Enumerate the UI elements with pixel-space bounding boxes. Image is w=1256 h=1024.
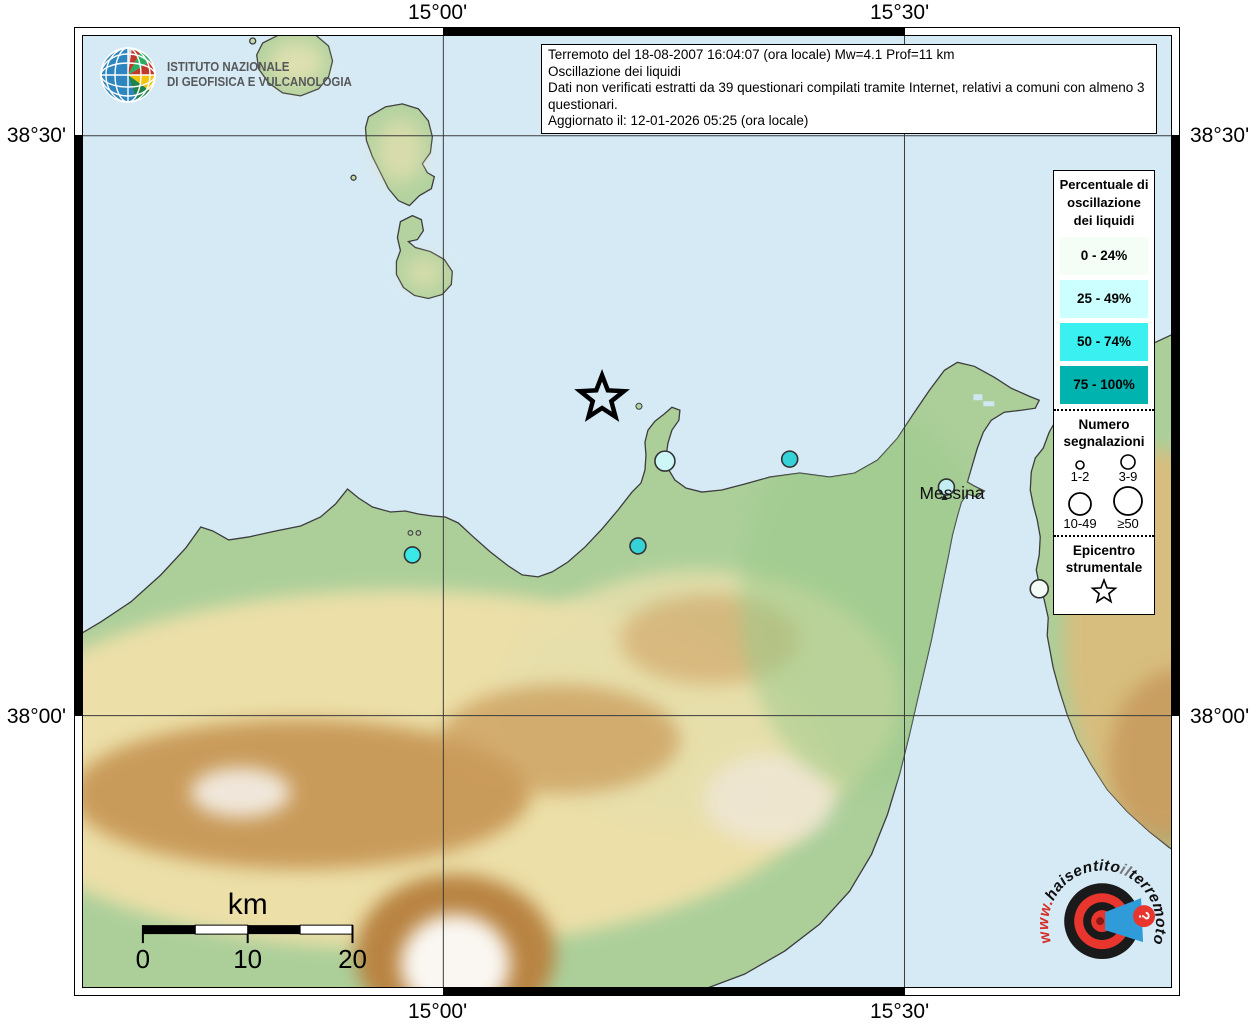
frame-zebra-top bbox=[443, 28, 905, 35]
count-label-10-49: 10-49 bbox=[1063, 517, 1096, 531]
ingv-globe-icon bbox=[99, 46, 157, 104]
count-label-1-2: 1-2 bbox=[1071, 470, 1090, 484]
scale-tick-20: 20 bbox=[338, 946, 367, 974]
axis-label-bottom-15-30: 15°30' bbox=[870, 1000, 929, 1024]
intensity-point bbox=[782, 451, 798, 467]
intensity-point bbox=[655, 451, 675, 471]
axis-label-right-38-30: 38°30' bbox=[1190, 124, 1249, 148]
info-line-event: Terremoto del 18-08-2007 16:04:07 (ora l… bbox=[548, 47, 1150, 64]
legend-counts-section: Numero segnalazioni 1-2 3-9 10-49 ≥50 bbox=[1054, 409, 1154, 535]
frame-zebra-right bbox=[1172, 135, 1179, 716]
legend: Percentuale di oscillazione dei liquidi … bbox=[1053, 170, 1155, 615]
scale-tick-10: 10 bbox=[233, 946, 262, 974]
ingv-name-line1: ISTITUTO NAZIONALE bbox=[167, 60, 352, 75]
earthquake-info-box: Terremoto del 18-08-2007 16:04:07 (ora l… bbox=[541, 44, 1157, 134]
scale-bar-unit: km bbox=[228, 888, 268, 921]
axis-label-left-38-00: 38°00' bbox=[0, 705, 66, 729]
info-line-updated: Aggiornato il: 12-01-2026 05:25 (ora loc… bbox=[548, 113, 1150, 130]
legend-class-25-49: 25 - 49% bbox=[1060, 280, 1148, 318]
axis-label-top-15-00: 15°00' bbox=[408, 1, 467, 25]
map-svg: Messina km 0 10 20 bbox=[83, 36, 1171, 987]
count-label-50plus: ≥50 bbox=[1117, 517, 1139, 531]
legend-counts-title-1: Numero bbox=[1054, 416, 1154, 433]
legend-epicenter-title-2: strumentale bbox=[1054, 559, 1154, 576]
legend-counts-title-2: segnalazioni bbox=[1054, 433, 1154, 450]
count-symbol-3-9: 3-9 bbox=[1106, 452, 1150, 484]
islet bbox=[636, 403, 642, 409]
map-frame: Messina km 0 10 20 bbox=[74, 27, 1180, 996]
map-canvas: Messina km 0 10 20 bbox=[82, 35, 1172, 988]
legend-epicenter-section: Epicentro strumentale bbox=[1054, 535, 1154, 614]
count-symbol-10-49: 10-49 bbox=[1058, 489, 1102, 531]
count-label-3-9: 3-9 bbox=[1119, 470, 1138, 484]
frame-zebra-bottom bbox=[443, 988, 905, 995]
axis-label-right-38-00: 38°00' bbox=[1190, 705, 1249, 729]
count-symbol-50plus: ≥50 bbox=[1106, 484, 1150, 531]
legend-class-75-100: 75 - 100% bbox=[1060, 366, 1148, 404]
legend-class-0-24: 0 - 24% bbox=[1060, 237, 1148, 275]
legend-class-50-74: 50 - 74% bbox=[1060, 323, 1148, 361]
axis-label-top-15-30: 15°30' bbox=[870, 1, 929, 25]
frame-zebra-left bbox=[75, 135, 82, 716]
intensity-point bbox=[404, 547, 420, 563]
place-label-messina: Messina bbox=[919, 483, 984, 503]
legend-epicenter-title-1: Epicentro bbox=[1054, 542, 1154, 559]
legend-percent-title: Percentuale di oscillazione dei liquidi bbox=[1054, 171, 1154, 232]
intensity-point bbox=[630, 538, 646, 554]
epicenter-star-icon bbox=[1089, 578, 1119, 606]
axis-label-left-38-30: 38°30' bbox=[0, 124, 66, 148]
ingv-logo: ISTITUTO NAZIONALE DI GEOFISICA E VULCAN… bbox=[99, 46, 368, 104]
info-line-effect: Oscillazione dei liquidi bbox=[548, 64, 1150, 81]
intensity-point bbox=[1030, 580, 1048, 598]
axis-label-bottom-15-00: 15°00' bbox=[408, 1000, 467, 1024]
ingv-name-line2: DI GEOFISICA E VULCANOLOGIA bbox=[167, 75, 352, 90]
scale-tick-0: 0 bbox=[136, 946, 150, 974]
count-symbol-1-2: 1-2 bbox=[1058, 454, 1102, 484]
info-line-disclaimer: Dati non verificati estratti da 39 quest… bbox=[548, 80, 1150, 113]
